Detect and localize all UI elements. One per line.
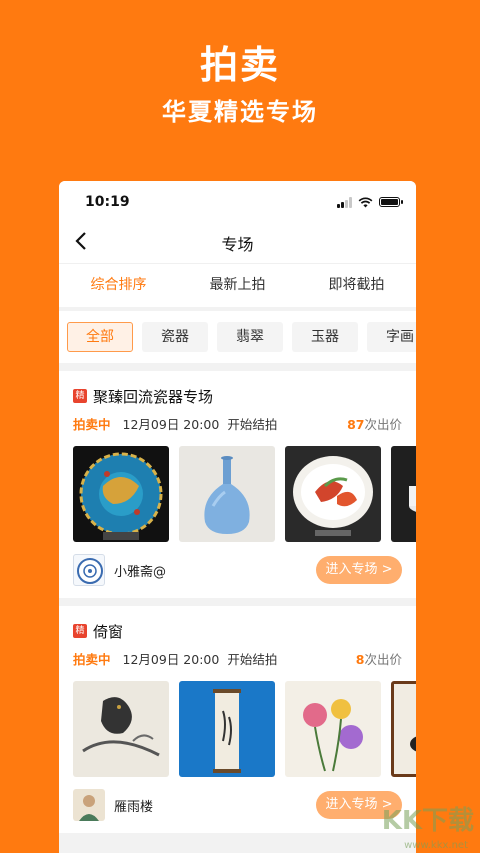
featured-badge: 精 (73, 389, 87, 403)
category-jade[interactable]: 玉器 (292, 322, 358, 352)
item-images (73, 446, 416, 542)
category-calligraphy[interactable]: 字画 (367, 322, 416, 352)
signal-icon (337, 196, 352, 208)
session-start-text: 开始结拍 (227, 651, 278, 667)
tab-sort-newest[interactable]: 最新上拍 (178, 264, 297, 307)
item-image-bird-painting[interactable] (391, 681, 416, 777)
item-image-chrysanthemum[interactable] (285, 681, 381, 777)
page-title: 专场 (221, 235, 254, 254)
shop-name[interactable]: 小雅斋@ (114, 561, 166, 580)
session-card[interactable]: 精 倚窗 拍卖中 12月09日 20:00 开始结拍 8次出价 雁雨楼 进入专场… (59, 606, 416, 833)
tab-sort-overall[interactable]: 综合排序 (59, 264, 178, 307)
chevron-left-icon[interactable] (75, 231, 87, 256)
enter-session-button[interactable]: 进入专场 > (316, 556, 402, 584)
category-all[interactable]: 全部 (67, 322, 133, 352)
item-image-cloisonne-plate[interactable] (73, 446, 169, 542)
promo-title: 拍卖 (199, 43, 280, 87)
wifi-icon (358, 196, 373, 207)
watermark-url: www.kkx.net (404, 840, 468, 851)
watermark-logo: KK下载 (381, 806, 474, 836)
bid-count: 87次出价 (347, 416, 402, 432)
tab-sort-ending[interactable]: 即将截拍 (297, 264, 416, 307)
item-image-eagle-painting[interactable] (73, 681, 169, 777)
session-date: 12月09日 20:00 (122, 416, 220, 432)
status-badge: 拍卖中 (73, 651, 111, 667)
nav-bar: 专场 (59, 223, 416, 263)
status-time: 10:19 (85, 194, 130, 210)
category-bar: 全部 瓷器 翡翠 玉器 字画 (59, 311, 416, 363)
session-meta: 拍卖中 12月09日 20:00 开始结拍 87次出价 (73, 408, 416, 438)
featured-badge: 精 (73, 624, 87, 638)
item-image-scroll[interactable] (179, 681, 275, 777)
session-title: 倚窗 (93, 622, 124, 641)
avatar (73, 554, 105, 586)
promo-subtitle: 华夏精选专场 (162, 98, 318, 126)
sort-tabs: 综合排序 最新上拍 即将截拍 (59, 263, 416, 307)
item-image-fish-plate[interactable] (285, 446, 381, 542)
status-icons (337, 196, 403, 208)
session-meta: 拍卖中 12月09日 20:00 开始结拍 8次出价 (73, 643, 416, 673)
category-jadeite[interactable]: 翡翠 (217, 322, 283, 352)
session-start-text: 开始结拍 (227, 416, 278, 432)
session-date: 12月09日 20:00 (122, 651, 220, 667)
status-bar: 10:19 (59, 181, 416, 223)
shop-name[interactable]: 雁雨楼 (114, 796, 153, 815)
item-image-cup[interactable] (391, 446, 416, 542)
status-badge: 拍卖中 (73, 416, 111, 432)
battery-icon (379, 197, 403, 207)
item-images (73, 681, 416, 777)
session-card[interactable]: 精 聚臻回流瓷器专场 拍卖中 12月09日 20:00 开始结拍 87次出价 小… (59, 371, 416, 598)
session-title: 聚臻回流瓷器专场 (93, 387, 214, 406)
category-porcelain[interactable]: 瓷器 (142, 322, 208, 352)
bid-count: 8次出价 (355, 651, 402, 667)
avatar (73, 789, 105, 821)
item-image-blue-vase[interactable] (179, 446, 275, 542)
phone-screen: 10:19 专场 综合排序 最新上拍 即将截拍 全部 瓷器 翡翠 玉器 字画 精… (59, 181, 416, 853)
